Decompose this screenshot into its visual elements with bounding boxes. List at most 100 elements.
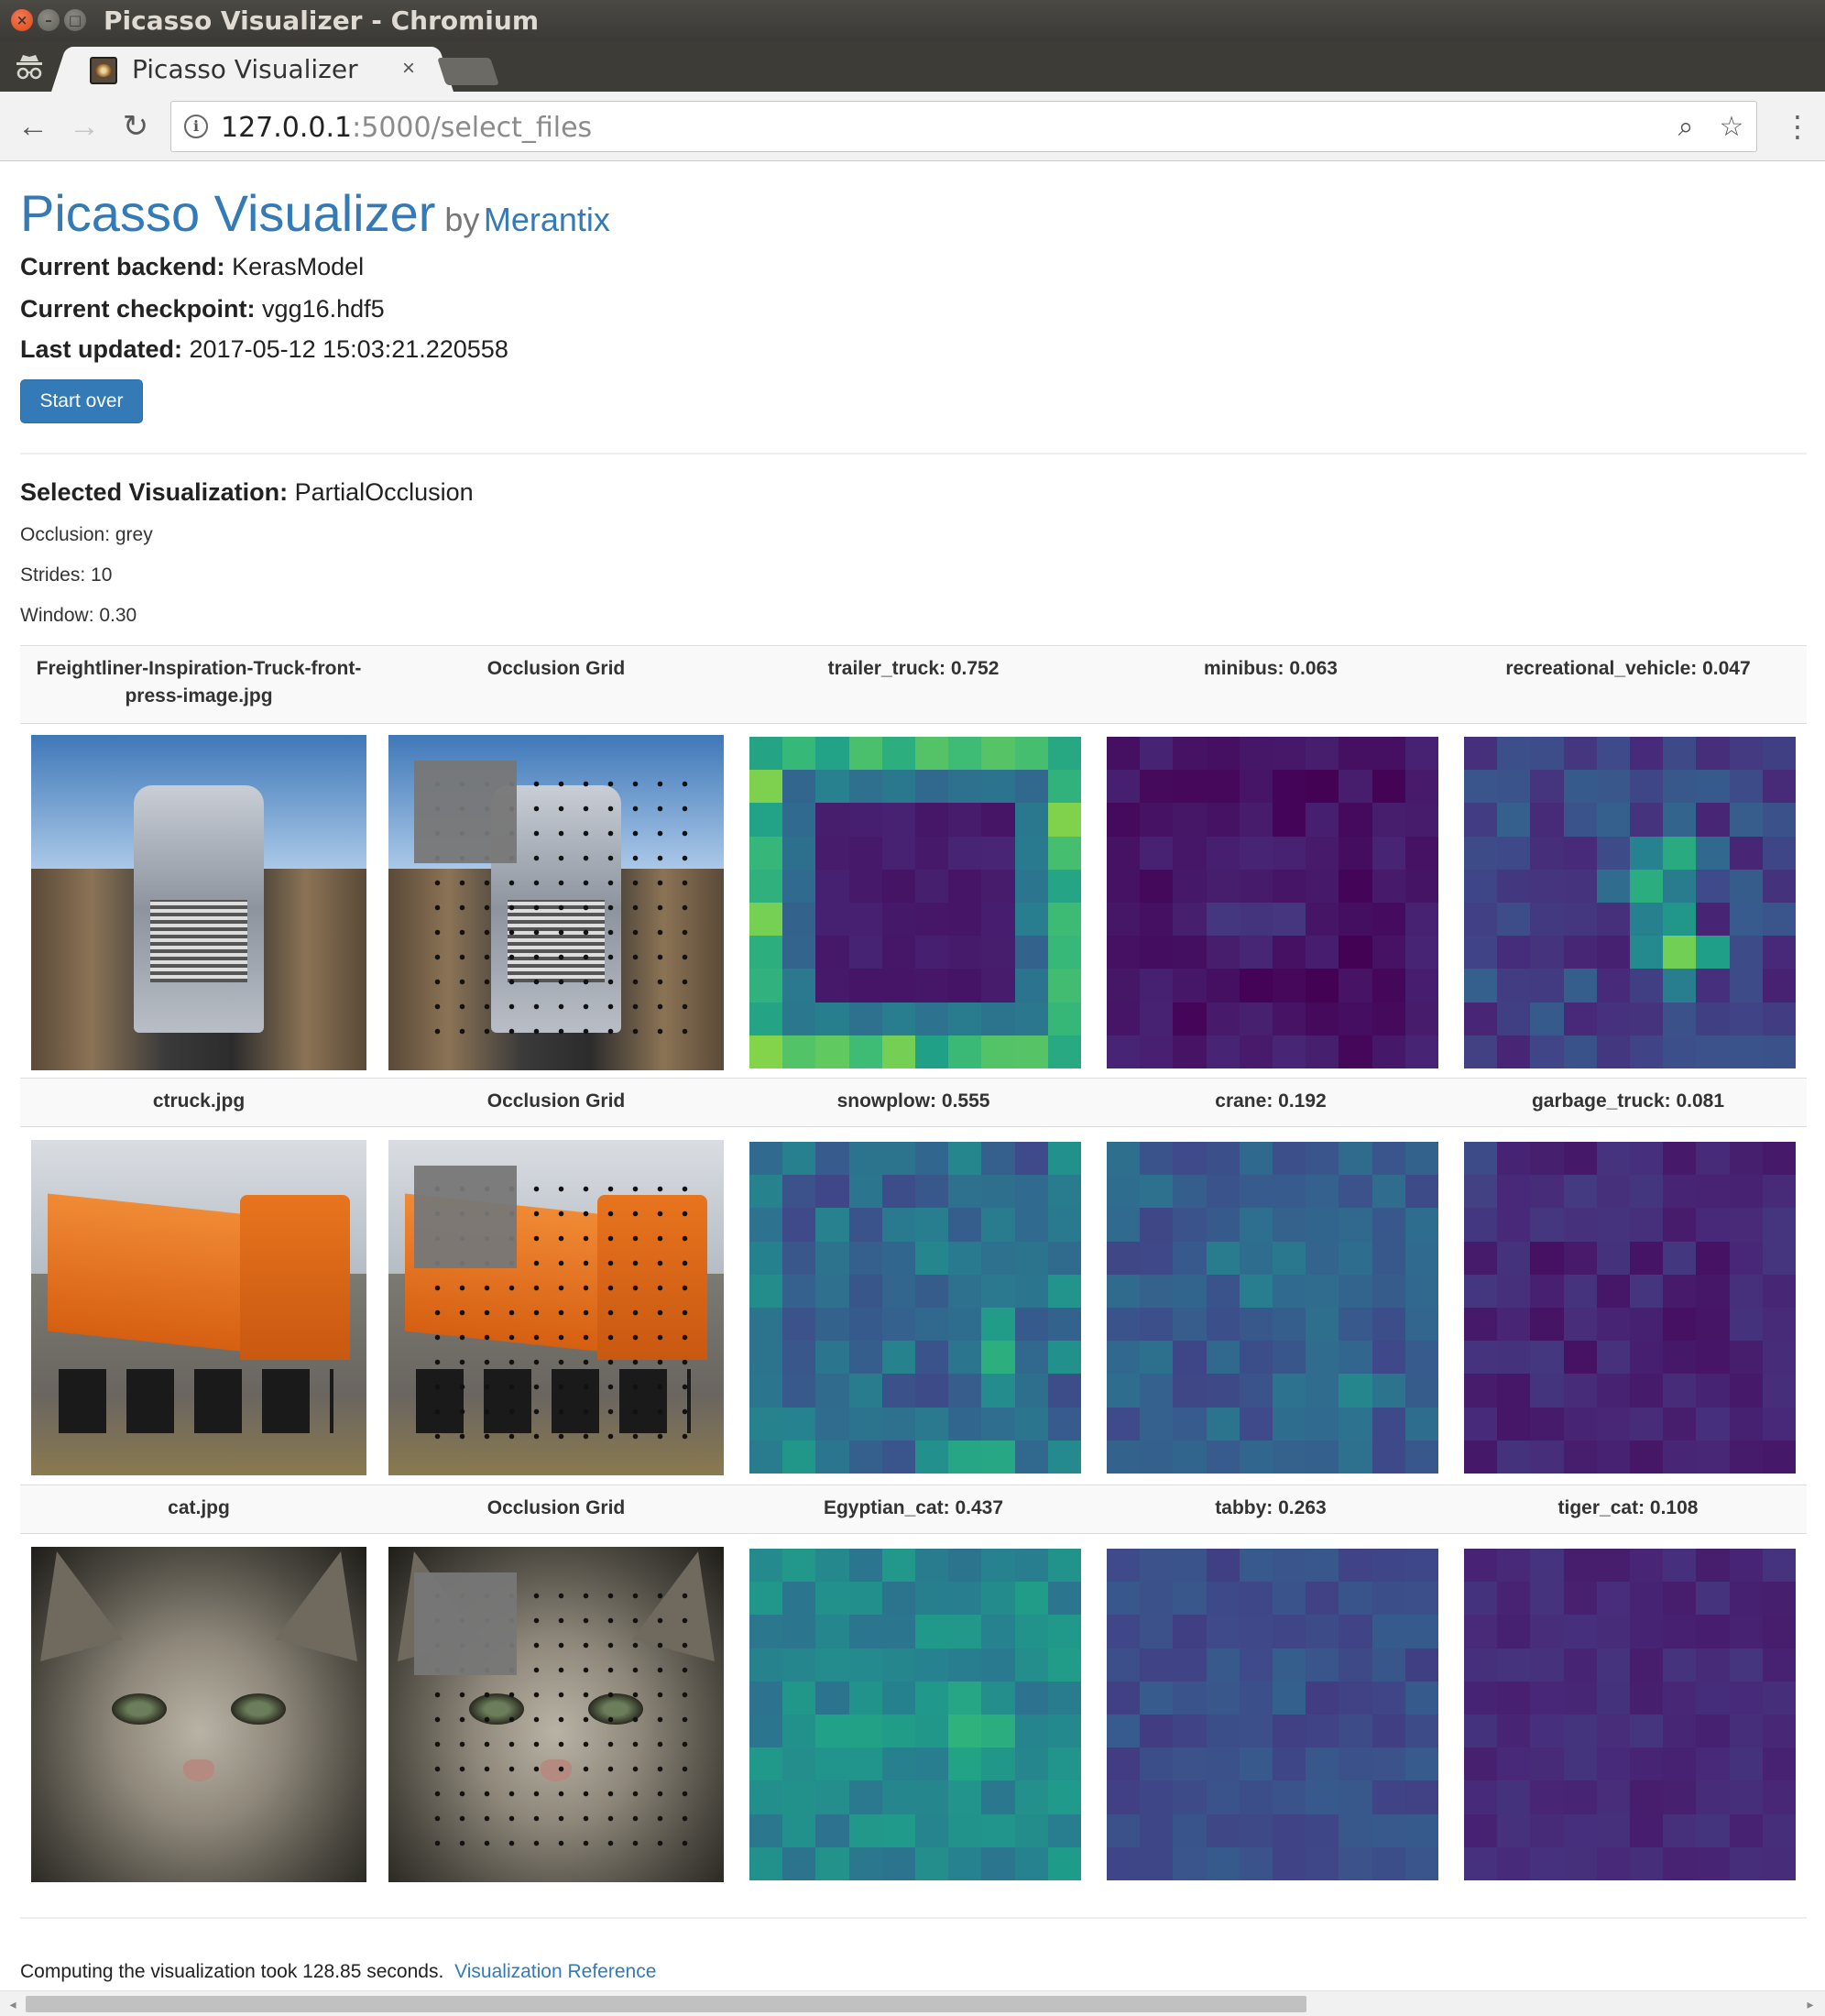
heatmap-cell (1630, 1549, 1664, 1583)
heatmap-cell (749, 1748, 783, 1781)
heatmap-cell (1371, 1715, 1405, 1748)
heatmap-cell (1173, 1615, 1207, 1649)
heatmap-cell (1404, 803, 1438, 837)
heatmap-cell (1563, 1208, 1597, 1242)
heatmap-cell (1464, 1748, 1498, 1781)
tab-picasso-visualizer[interactable]: Picasso Visualizer × (71, 47, 433, 92)
heatmap-cell (1663, 1142, 1697, 1176)
scroll-left-icon[interactable]: ◂ (4, 1995, 22, 2013)
minimize-window-icon[interactable]: – (38, 9, 60, 31)
heatmap-cell (1530, 1846, 1564, 1880)
heatmap-cell (1596, 1715, 1630, 1748)
heatmap-cell (1729, 1341, 1763, 1375)
heatmap-cell (1339, 1748, 1372, 1781)
incognito-icon[interactable] (13, 50, 46, 83)
heatmap-cell (1596, 1208, 1630, 1242)
heatmap-cell (1464, 1549, 1498, 1583)
heatmap-cell (1047, 1208, 1081, 1242)
heatmap-cell (1371, 1780, 1405, 1814)
heatmap-cell (1306, 1681, 1339, 1715)
heatmap-cell (782, 903, 816, 937)
scrollbar-thumb[interactable] (26, 1996, 1306, 2012)
scroll-right-icon[interactable]: ▸ (1801, 1995, 1820, 2013)
heatmap-cell (749, 1341, 783, 1375)
heatmap-cell (1173, 936, 1207, 970)
heatmap-cell (948, 1615, 982, 1649)
heatmap-cell (1762, 1549, 1796, 1583)
heatmap-cell (1762, 737, 1796, 771)
heatmap-cell (1371, 1142, 1405, 1176)
grid-label: Occlusion Grid (486, 1090, 626, 1112)
heatmap-cell (1206, 1615, 1240, 1649)
heatmap-cell (1762, 1813, 1796, 1847)
start-over-button[interactable]: Start over (20, 379, 143, 423)
heatmap-cell (782, 836, 816, 870)
heatmap-cell (749, 1648, 783, 1682)
heatmap-cell (1014, 1274, 1048, 1308)
heatmap-cell (1173, 1208, 1207, 1242)
close-window-icon[interactable]: × (11, 9, 33, 31)
horizontal-scrollbar[interactable]: ◂ ▸ (0, 1990, 1825, 2016)
heatmap-cell (782, 1035, 816, 1068)
address-bar[interactable]: i 127.0.0.1:5000/select_files ⌕ ☆ (170, 101, 1757, 152)
heatmap-cell (848, 770, 882, 804)
heatmap-cell (815, 1549, 849, 1583)
heatmap-cell (1563, 803, 1597, 837)
heatmap-cell (1206, 936, 1240, 970)
heatmap-cell (948, 1374, 982, 1408)
heatmap-cell (1107, 903, 1141, 937)
heatmap-cell (1497, 1274, 1531, 1308)
heatmap-cell (1404, 1374, 1438, 1408)
heatmap-cell (1014, 1208, 1048, 1242)
heatmap-cell (1047, 803, 1081, 837)
heatmap-cell (1273, 1813, 1306, 1847)
info-icon[interactable]: i (184, 115, 208, 138)
heatmap-cell (1173, 1582, 1207, 1616)
heatmap-cell (782, 969, 816, 1003)
heatmap-cell (848, 737, 882, 771)
heatmap-cell (1140, 1440, 1174, 1474)
heatmap-cell (1273, 836, 1306, 870)
heatmap-cell (815, 1341, 849, 1375)
org-link[interactable]: Merantix (484, 201, 610, 238)
forward-icon[interactable]: → (66, 108, 103, 145)
checkpoint-line: Current checkpoint: vgg16.hdf5 (20, 295, 385, 323)
zoom-icon[interactable]: ⌕ (1670, 112, 1701, 143)
heatmap-cell (1663, 903, 1697, 937)
heatmap-cell (848, 836, 882, 870)
url-text[interactable]: 127.0.0.1:5000/select_files (221, 112, 592, 144)
heatmap-cell (1047, 1549, 1081, 1583)
heatmap-cell (1696, 903, 1730, 937)
heatmap-cell (1306, 836, 1339, 870)
heatmap-cell (1273, 1142, 1306, 1176)
heatmap-cell (1047, 936, 1081, 970)
reload-icon[interactable]: ↻ (117, 108, 154, 145)
heatmap-cell (1696, 869, 1730, 903)
maximize-window-icon[interactable]: □ (64, 9, 86, 31)
close-tab-icon[interactable]: × (402, 56, 415, 82)
heatmap-cell (1563, 1035, 1597, 1068)
heatmap-cell (1273, 1440, 1306, 1474)
heatmap-cell (881, 936, 915, 970)
heatmap-cell (1497, 1002, 1531, 1035)
heatmap-cell (1339, 1308, 1372, 1342)
heatmap-cell (1239, 1002, 1273, 1035)
heatmap-cell (1563, 737, 1597, 771)
heatmap-cell (815, 1274, 849, 1308)
star-icon[interactable]: ☆ (1716, 112, 1747, 143)
heatmap-cell (1563, 1846, 1597, 1880)
heatmap-cell (1014, 1615, 1048, 1649)
heatmap-cell (1464, 969, 1498, 1003)
heatmap-cell (1371, 1175, 1405, 1209)
visualization-reference-link[interactable]: Visualization Reference (454, 1961, 656, 1982)
heatmap-tabby (1107, 1549, 1438, 1880)
menu-icon[interactable]: ⋮ (1783, 110, 1812, 143)
heatmap-cell (1047, 1681, 1081, 1715)
heatmap-cell (1306, 903, 1339, 937)
back-icon[interactable]: ← (15, 108, 51, 145)
new-tab-button[interactable] (437, 58, 499, 85)
heatmap-cell (1107, 1648, 1141, 1682)
heatmap-cell (1140, 1407, 1174, 1441)
heatmap-cell (1530, 1035, 1564, 1068)
heatmap-cell (1047, 1035, 1081, 1068)
